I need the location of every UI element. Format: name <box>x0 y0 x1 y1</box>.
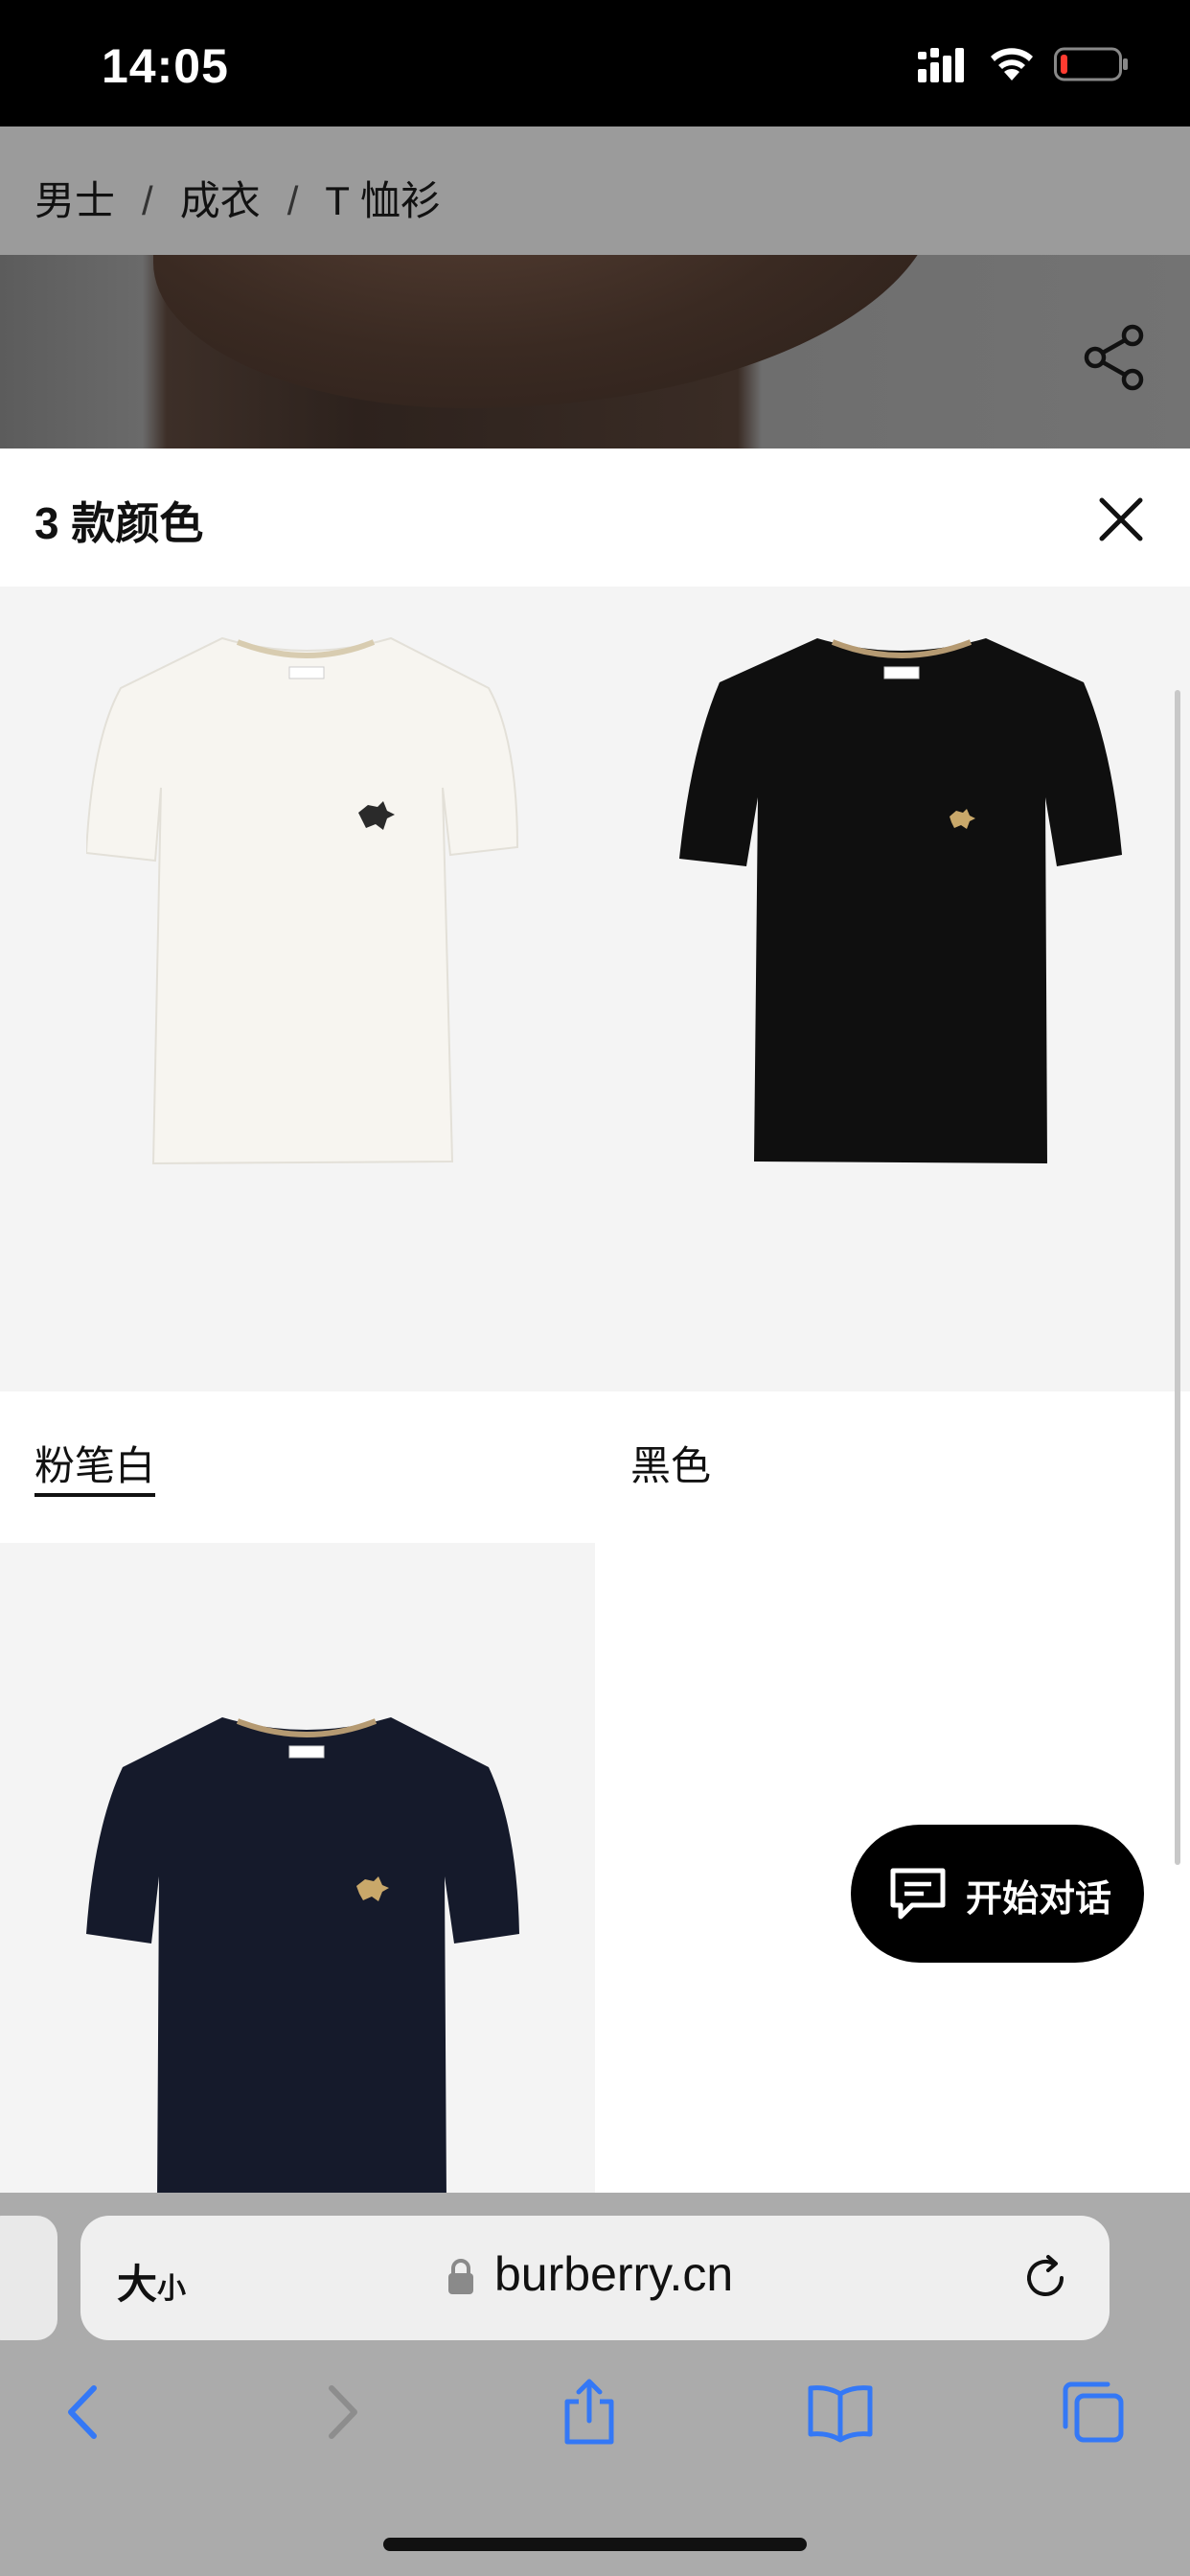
breadcrumb-item-tshirts[interactable]: T 恤衫 <box>325 178 441 223</box>
tabs-icon[interactable] <box>1058 2377 1129 2448</box>
breadcrumb-separator: / <box>286 178 299 223</box>
share-icon[interactable] <box>1083 324 1146 391</box>
url-text[interactable]: burberry.cn <box>494 2246 733 2302</box>
start-chat-button[interactable]: 开始对话 <box>851 1825 1144 1963</box>
product-hero-image <box>0 255 1190 448</box>
home-indicator <box>383 2538 807 2551</box>
text-size-big: 大 <box>117 2262 158 2307</box>
close-icon[interactable] <box>1092 491 1150 548</box>
breadcrumb-separator: / <box>142 178 153 223</box>
wifi-icon <box>991 48 1033 80</box>
color-option-tile[interactable] <box>0 1543 595 2202</box>
chat-bubble-icon <box>890 1868 946 1920</box>
color-label-black[interactable]: 黑色 <box>630 1434 711 1492</box>
share-sheet-icon[interactable] <box>554 2377 625 2448</box>
color-option-tile[interactable] <box>595 586 1190 1392</box>
breadcrumb-item-men[interactable]: 男士 <box>34 178 115 223</box>
cellular-signal-icon <box>918 48 964 82</box>
breadcrumb-item-apparel[interactable]: 成衣 <box>180 178 261 223</box>
battery-icon <box>1054 47 1128 81</box>
lock-icon <box>448 2259 473 2294</box>
previous-tab-preview[interactable] <box>0 2216 57 2340</box>
tshirt-black-image <box>679 638 1122 1163</box>
color-option-tile[interactable] <box>0 586 595 1392</box>
color-label-chalk-white[interactable]: 粉笔白 <box>34 1434 155 1492</box>
tshirt-navy-image <box>86 1717 519 2202</box>
text-size-button[interactable]: 大小 <box>117 2252 186 2311</box>
sheet-title: 3 款颜色 <box>34 498 204 548</box>
breadcrumb: 男士 / 成衣 / T 恤衫 <box>34 169 441 227</box>
text-size-small: 小 <box>157 2273 187 2305</box>
reload-icon[interactable] <box>1019 2252 1071 2304</box>
bookmarks-icon[interactable] <box>805 2377 876 2448</box>
status-time: 14:05 <box>102 39 229 93</box>
scrollbar[interactable] <box>1175 690 1180 1865</box>
start-chat-label: 开始对话 <box>966 1879 1112 1920</box>
forward-icon[interactable] <box>305 2377 376 2448</box>
model-chin-image <box>153 255 939 408</box>
back-icon[interactable] <box>50 2377 121 2448</box>
tshirt-white-image <box>86 636 519 1165</box>
